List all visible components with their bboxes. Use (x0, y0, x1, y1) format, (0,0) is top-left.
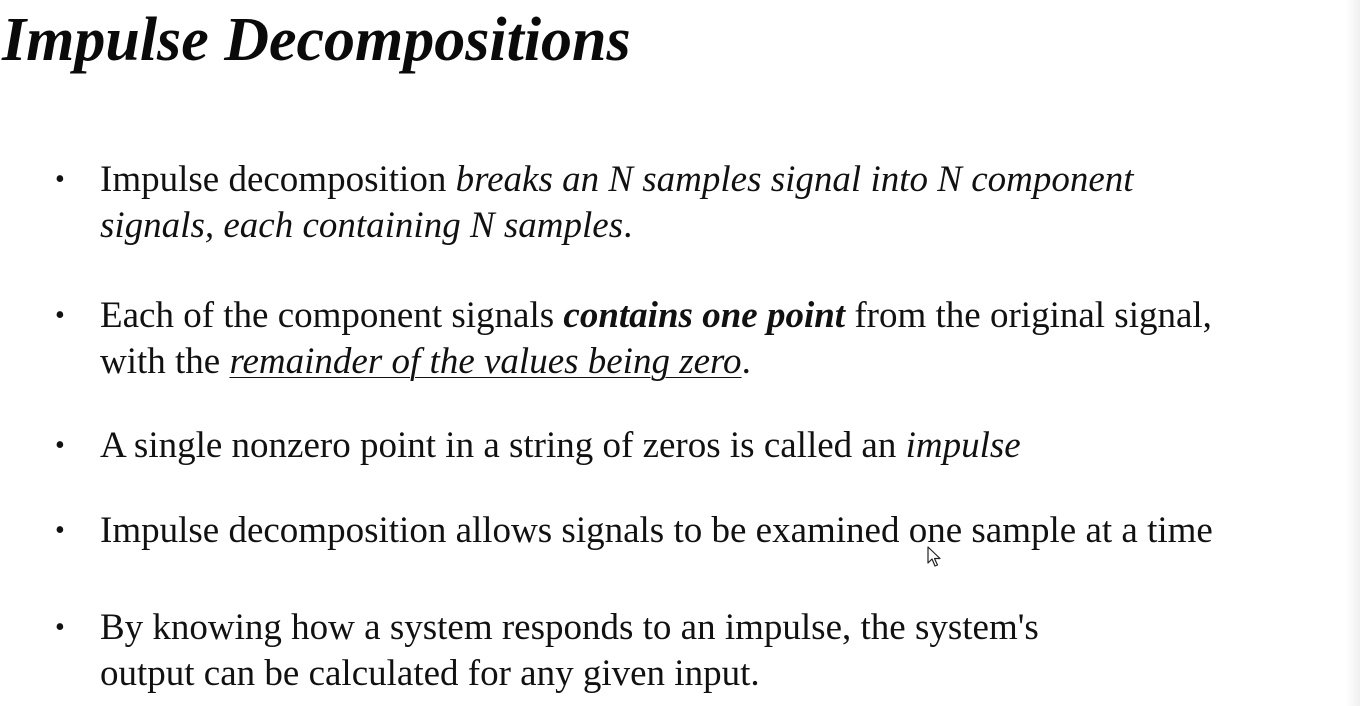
bullet-text-underlined: remainder of the values being zero (229, 341, 742, 382)
bullet-text: By knowing how a system responds to an i… (100, 605, 1039, 697)
bullet-text: A single nonzero point in a string of ze… (100, 423, 1021, 469)
bullet-text-emphasis: breaks an N samples signal into N compon… (455, 159, 1134, 200)
bullet-text-run: Each of the component signals (100, 295, 564, 336)
bullet-marker: • (55, 515, 65, 546)
bullet-text-emphasis: signals, each containing N samples (100, 205, 624, 246)
bullet-text-run: from the original signal, (845, 295, 1212, 336)
bullet-text: Impulse decomposition breaks an N sample… (100, 157, 1134, 249)
bullet-text-run: output can be calculated for any given i… (100, 653, 760, 694)
bullet-text-emphasis: impulse (905, 425, 1021, 466)
bullet-marker: • (55, 612, 65, 643)
bullet-text: Impulse decomposition allows signals to … (100, 510, 1213, 551)
slide-edge-shading (1346, 0, 1360, 706)
slide-title: Impulse Decompositions (2, 6, 631, 74)
bullet-text-run: A single nonzero point in a string of ze… (100, 425, 906, 466)
bullet-text-strong-emphasis: contains one point (563, 295, 846, 336)
bullet-text-run: By knowing how a system responds to an i… (100, 607, 1039, 648)
bullet-text: Each of the component signals contains o… (100, 293, 1212, 385)
bullet-text-run: with the (100, 341, 230, 382)
bullet-marker: • (55, 430, 65, 461)
bullet-text-run: . (741, 341, 751, 382)
mouse-pointer-icon (927, 546, 941, 567)
bullet-text-run: . (623, 205, 633, 246)
bullet-marker: • (55, 300, 65, 331)
bullet-marker: • (55, 164, 65, 195)
bullet-text-run: Impulse decomposition (100, 159, 456, 200)
